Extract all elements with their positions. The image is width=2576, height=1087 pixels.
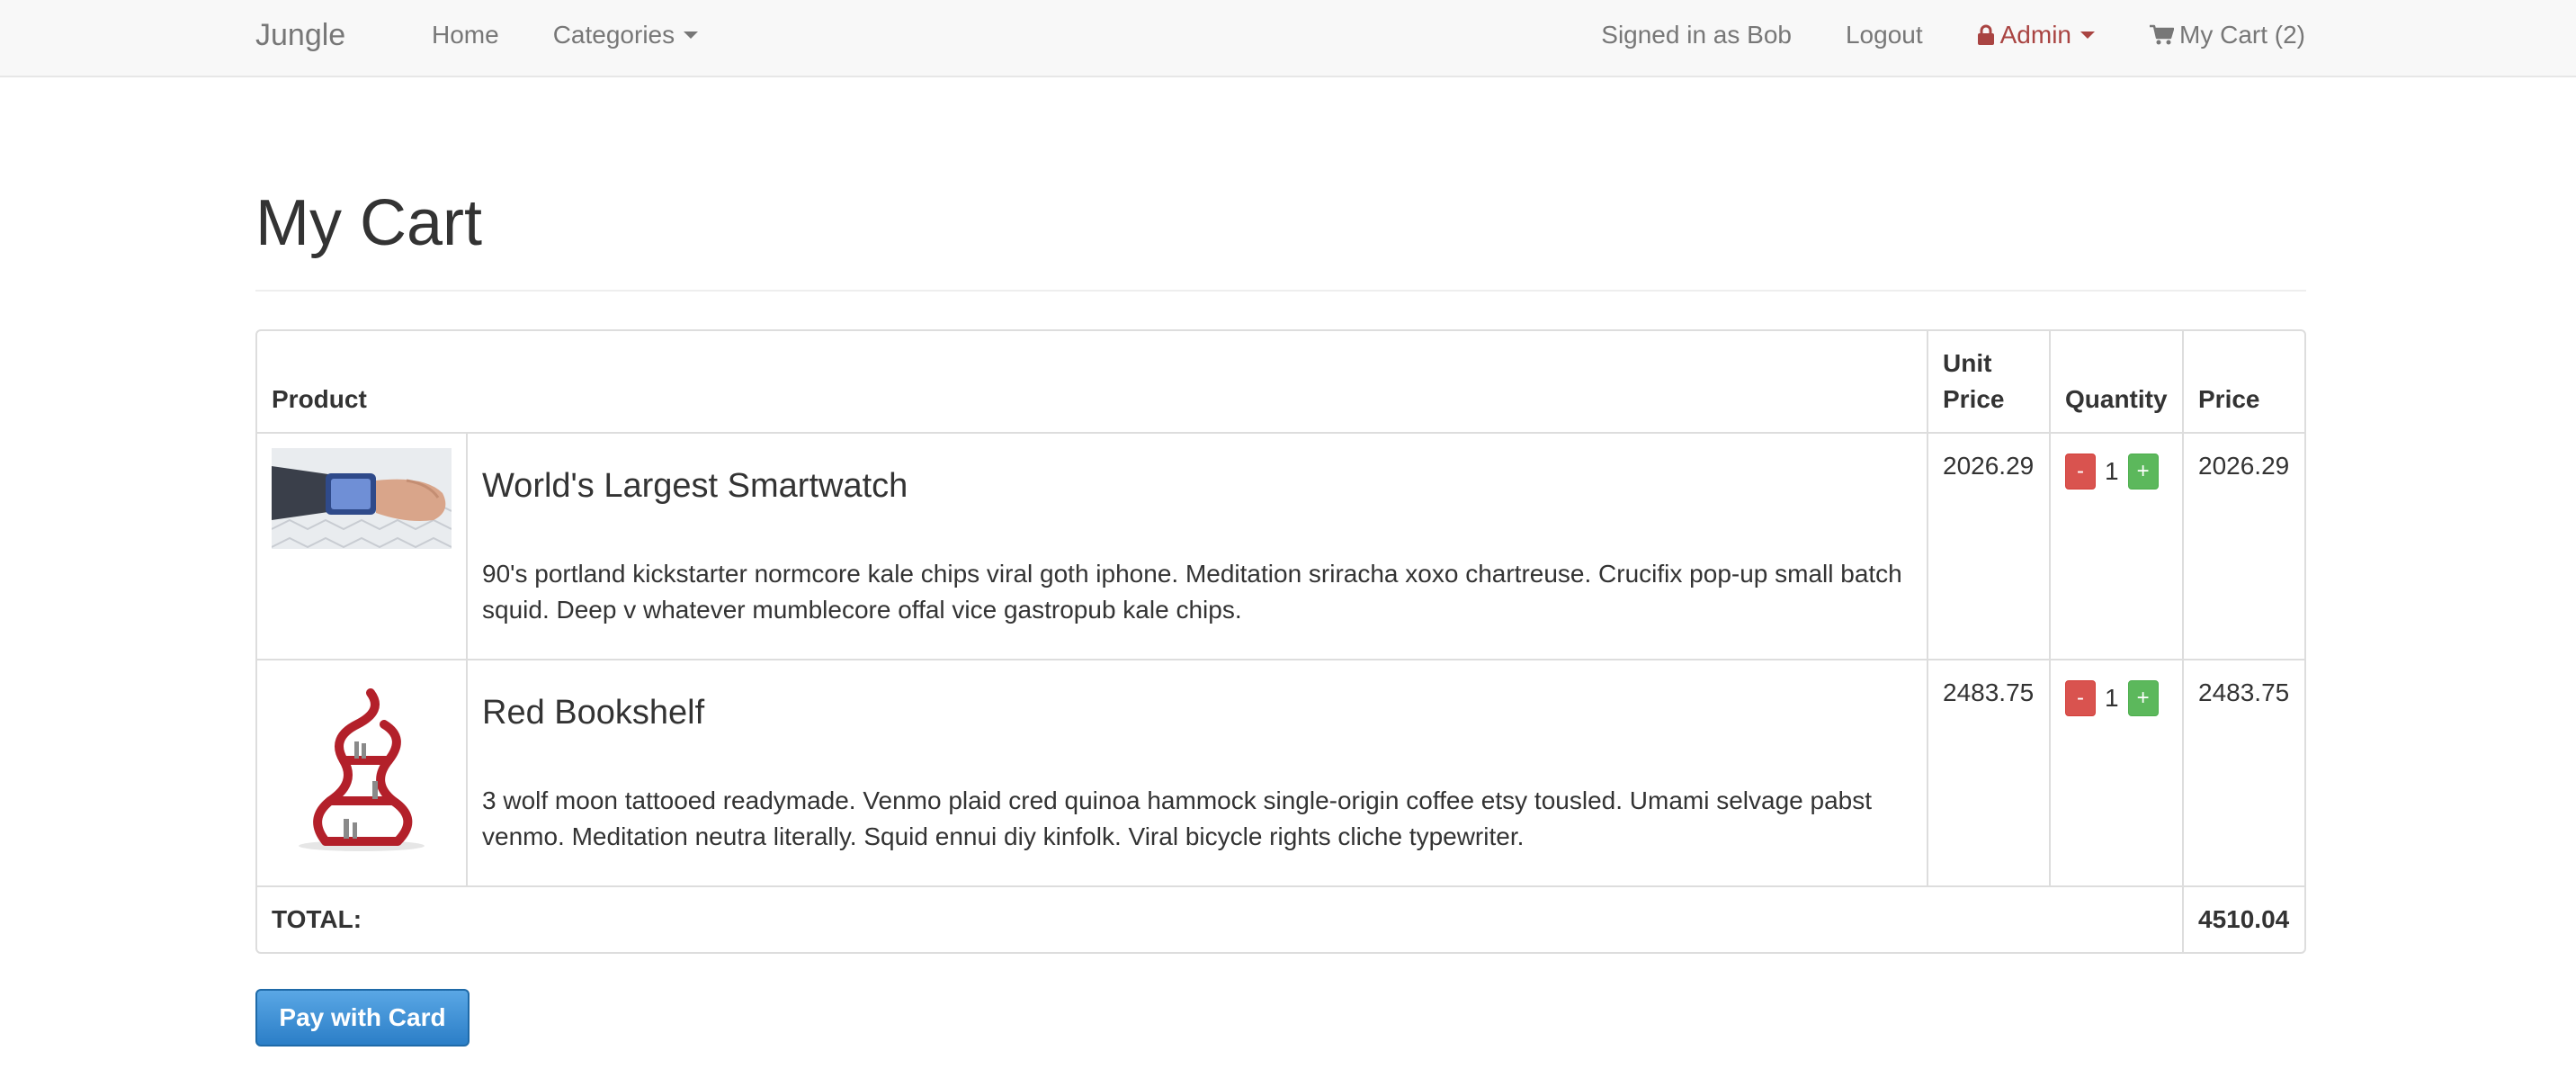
logout-label: Logout (1845, 21, 1923, 49)
total-label: TOTAL: (257, 887, 2184, 952)
product-details-cell: Red Bookshelf 3 wolf moon tattooed ready… (468, 660, 1928, 885)
page-title: My Cart (255, 187, 482, 259)
cart-table: Product Unit Price Quantity Price World'… (255, 329, 2306, 954)
lock-icon (1977, 24, 1994, 45)
nav-categories-dropdown[interactable]: Categories (526, 0, 725, 70)
nav-cart-link[interactable]: My Cart (2) (2122, 0, 2305, 70)
nav-home-label: Home (432, 21, 499, 49)
title-divider (255, 290, 2306, 292)
nav-right-group: Signed in as Bob Logout Admin My Cart (2… (1574, 0, 2305, 70)
navbar-container: Jungle Home Categories Signed in as Bob … (255, 0, 2305, 77)
top-navbar: Jungle Home Categories Signed in as Bob … (0, 0, 2576, 77)
line-price-cell: 2483.75 (2198, 678, 2290, 706)
increase-quantity-button[interactable]: + (2127, 680, 2159, 716)
header-price: Price (2198, 385, 2260, 413)
chevron-down-icon (684, 31, 699, 39)
decrease-quantity-button[interactable]: - (2065, 454, 2096, 490)
chevron-down-icon (2080, 31, 2095, 39)
nav-left-group: Home Categories (405, 0, 725, 70)
red-bookshelf-product-image[interactable] (272, 675, 452, 855)
pay-with-card-button[interactable]: Pay with Card (255, 989, 470, 1047)
quantity-cell: - 1 + (2051, 660, 2184, 885)
product-description: 3 wolf moon tattooed readymade. Venmo pl… (482, 786, 1873, 850)
quantity-cell: - 1 + (2051, 434, 2184, 659)
product-name-link[interactable]: World's Largest Smartwatch (482, 466, 1912, 506)
header-product: Product (257, 331, 1928, 432)
quantity-stepper: - 1 + (2065, 448, 2168, 490)
nav-home-link[interactable]: Home (405, 0, 526, 70)
quantity-value: 1 (2105, 457, 2119, 485)
table-row: Red Bookshelf 3 wolf moon tattooed ready… (257, 660, 2304, 887)
shopping-cart-icon (2150, 24, 2174, 45)
decrease-quantity-button[interactable]: - (2065, 680, 2096, 716)
quantity-stepper: - 1 + (2065, 675, 2168, 716)
table-row: World's Largest Smartwatch 90's portland… (257, 434, 2304, 660)
nav-categories-label: Categories (552, 21, 675, 49)
unit-price-cell: 2026.29 (1928, 434, 2051, 659)
table-header-row: Product Unit Price Quantity Price (257, 331, 2304, 434)
nav-signed-in-text: Signed in as Bob (1574, 0, 1819, 70)
total-row: TOTAL: 4510.04 (257, 887, 2304, 952)
smartwatch-product-image[interactable] (272, 448, 452, 549)
header-unit-price: Unit Price (1928, 331, 2051, 432)
unit-price-cell: 2483.75 (1928, 660, 2051, 885)
total-value: 4510.04 (2198, 905, 2290, 933)
quantity-value: 1 (2105, 684, 2119, 712)
line-price-cell: 2026.29 (2198, 452, 2290, 480)
increase-quantity-button[interactable]: + (2127, 454, 2159, 490)
product-image-cell (257, 434, 468, 659)
cart-label: My Cart (2) (2179, 21, 2305, 49)
product-description: 90's portland kickstarter normcore kale … (482, 560, 1902, 624)
nav-admin-dropdown[interactable]: Admin (1950, 0, 2122, 70)
product-name-link[interactable]: Red Bookshelf (482, 693, 1912, 732)
brand-logo-link[interactable]: Jungle (255, 0, 345, 70)
header-quantity: Quantity (2051, 331, 2184, 432)
product-image-cell (257, 660, 468, 885)
nav-logout-link[interactable]: Logout (1819, 0, 1950, 70)
admin-label: Admin (1999, 21, 2071, 49)
product-details-cell: World's Largest Smartwatch 90's portland… (468, 434, 1928, 659)
signed-in-label: Signed in as Bob (1601, 21, 1792, 49)
